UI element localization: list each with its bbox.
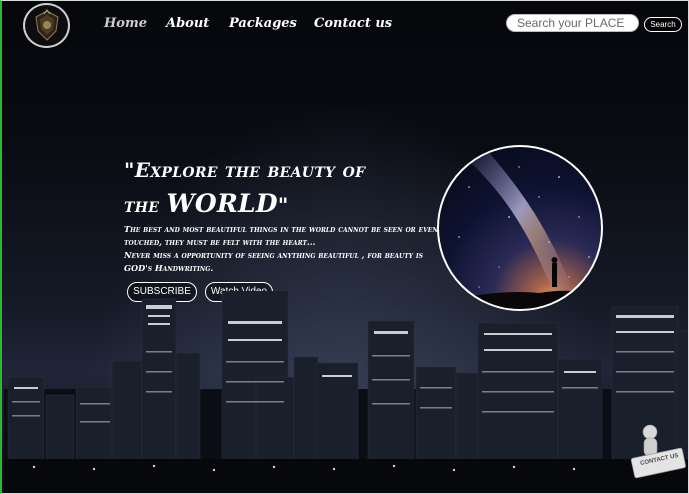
hero-title-line2-prefix: the	[124, 193, 167, 217]
hero-title-line2-suffix: "	[277, 193, 289, 217]
nav-about[interactable]: About	[166, 16, 209, 31]
nav-packages[interactable]: Packages	[229, 16, 297, 31]
nav-contact-us[interactable]: Contact us	[314, 16, 392, 31]
hero-title-line1: "Explore the beauty of	[124, 158, 366, 182]
page: Home About Packages Contact us Search "E…	[0, 0, 689, 494]
hero-title: "Explore the beauty of the WORLD"	[124, 153, 424, 222]
search-input[interactable]	[506, 14, 639, 32]
hero-circle-image	[437, 145, 603, 311]
nav-home[interactable]: Home	[104, 16, 147, 31]
shield-emblem-icon	[34, 8, 59, 41]
hero-description: The best and most beautiful things in th…	[124, 223, 442, 275]
contact-us-widget[interactable]: CONTACT US	[628, 423, 688, 491]
search-button[interactable]: Search	[644, 17, 682, 32]
hero-title-world: WORLD	[166, 189, 278, 218]
city-skyline-image	[4, 291, 688, 493]
site-logo[interactable]	[23, 3, 70, 48]
hero-text-line1: The best and most beautiful things in th…	[124, 224, 438, 247]
hero-text-line2: Never miss a opportunity of seeing anyth…	[124, 250, 423, 273]
milky-way-silhouette-icon	[439, 147, 601, 309]
